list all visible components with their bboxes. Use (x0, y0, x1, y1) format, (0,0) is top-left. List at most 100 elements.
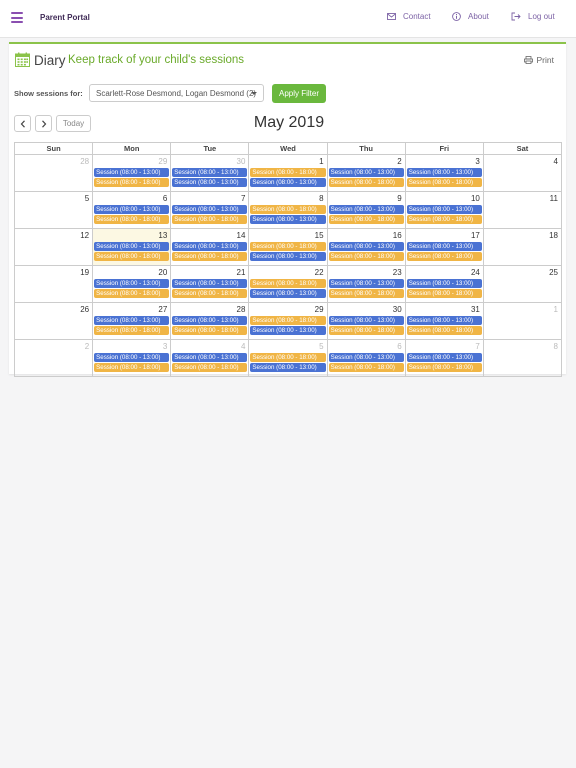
session-event[interactable]: Session (08:00 - 18:00) (172, 363, 248, 372)
session-event[interactable]: Session (08:00 - 18:00) (250, 279, 326, 288)
session-event[interactable]: Session (08:00 - 13:00) (406, 168, 482, 177)
session-event[interactable]: Session (08:00 - 13:00) (328, 168, 404, 177)
session-event[interactable]: Session (08:00 - 13:00) (328, 279, 404, 288)
calendar-day[interactable]: 4 (484, 155, 562, 191)
calendar-day[interactable]: 20 Session (08:00 - 13:00) Session (08:00 … (93, 266, 172, 302)
calendar-day[interactable]: 7 Session (08:00 - 13:00) Session (08:00 -… (406, 340, 484, 376)
session-event[interactable]: Session (08:00 - 18:00) (328, 178, 404, 187)
session-event[interactable]: Session (08:00 - 18:00) (406, 363, 482, 372)
session-event[interactable]: Session (08:00 - 13:00) (172, 168, 248, 177)
calendar-day[interactable]: 8 Session (08:00 - 18:00) Session (08:00 -… (249, 192, 328, 228)
session-event[interactable]: Session (08:00 - 13:00) (328, 205, 404, 214)
session-event[interactable]: Session (08:00 - 18:00) (94, 178, 170, 187)
session-event[interactable]: Session (08:00 - 18:00) (406, 178, 482, 187)
session-event[interactable]: Session (08:00 - 18:00) (328, 215, 404, 224)
calendar-day[interactable]: 25 (484, 266, 562, 302)
calendar-day[interactable]: 12 (15, 229, 94, 265)
session-event[interactable]: Session (08:00 - 13:00) (250, 252, 326, 261)
session-event[interactable]: Session (08:00 - 18:00) (172, 252, 248, 261)
session-event[interactable]: Session (08:00 - 18:00) (94, 363, 170, 372)
calendar-day[interactable]: 15 Session (08:00 - 18:00) Session (08:00 … (249, 229, 328, 265)
calendar-day[interactable]: 19 (15, 266, 94, 302)
calendar-day[interactable]: 11 (484, 192, 562, 228)
calendar-day[interactable]: 9 Session (08:00 - 13:00) Session (08:00 -… (328, 192, 406, 228)
calendar-day[interactable]: 1 (484, 303, 562, 339)
session-event[interactable]: Session (08:00 - 18:00) (406, 326, 482, 335)
calendar-day[interactable]: 26 (15, 303, 94, 339)
session-event[interactable]: Session (08:00 - 13:00) (94, 168, 170, 177)
session-event[interactable]: Session (08:00 - 13:00) (406, 205, 482, 214)
session-event[interactable]: Session (08:00 - 18:00) (172, 289, 248, 298)
calendar-day[interactable]: 30 Session (08:00 - 13:00) Session (08:00 … (328, 303, 406, 339)
session-event[interactable]: Session (08:00 - 18:00) (250, 168, 326, 177)
calendar-day[interactable]: 13 Session (08:00 - 13:00) Session (08:00 … (93, 229, 172, 265)
session-event[interactable]: Session (08:00 - 18:00) (94, 215, 170, 224)
contact-link[interactable]: Contact (387, 12, 431, 21)
session-event[interactable]: Session (08:00 - 18:00) (172, 215, 248, 224)
session-event[interactable]: Session (08:00 - 18:00) (406, 252, 482, 261)
session-event[interactable]: Session (08:00 - 13:00) (328, 353, 404, 362)
session-event[interactable]: Session (08:00 - 13:00) (250, 363, 326, 372)
session-event[interactable]: Session (08:00 - 13:00) (328, 242, 404, 251)
session-event[interactable]: Session (08:00 - 18:00) (328, 326, 404, 335)
calendar-day[interactable]: 10 Session (08:00 - 13:00) Session (08:00 … (406, 192, 484, 228)
session-event[interactable]: Session (08:00 - 13:00) (406, 242, 482, 251)
session-event[interactable]: Session (08:00 - 18:00) (94, 326, 170, 335)
calendar-day[interactable]: 7 Session (08:00 - 13:00) Session (08:00 -… (171, 192, 250, 228)
session-event[interactable]: Session (08:00 - 13:00) (172, 316, 248, 325)
calendar-day[interactable]: 23 Session (08:00 - 13:00) Session (08:00 … (328, 266, 406, 302)
session-event[interactable]: Session (08:00 - 13:00) (328, 316, 404, 325)
calendar-day[interactable]: 5 (15, 192, 94, 228)
session-event[interactable]: Session (08:00 - 18:00) (172, 326, 248, 335)
calendar-day[interactable]: 24 Session (08:00 - 13:00) Session (08:00 … (406, 266, 484, 302)
session-event[interactable]: Session (08:00 - 13:00) (250, 289, 326, 298)
session-event[interactable]: Session (08:00 - 13:00) (250, 215, 326, 224)
calendar-day[interactable]: 29 Session (08:00 - 18:00) Session (08:00 … (249, 303, 328, 339)
session-event[interactable]: Session (08:00 - 18:00) (94, 289, 170, 298)
calendar-day[interactable]: 5 Session (08:00 - 18:00) Session (08:00 -… (249, 340, 328, 376)
calendar-day[interactable]: 30 Session (08:00 - 13:00) Session (08:00 … (171, 155, 250, 191)
calendar-day[interactable]: 28 Session (08:00 - 13:00) Session (08:00 … (171, 303, 250, 339)
session-event[interactable]: Session (08:00 - 18:00) (250, 205, 326, 214)
session-event[interactable]: Session (08:00 - 18:00) (250, 242, 326, 251)
session-event[interactable]: Session (08:00 - 18:00) (250, 316, 326, 325)
calendar-day[interactable]: 22 Session (08:00 - 18:00) Session (08:00 … (249, 266, 328, 302)
session-event[interactable]: Session (08:00 - 13:00) (406, 353, 482, 362)
prev-month-button[interactable] (14, 115, 31, 132)
logout-link[interactable]: Log out (511, 12, 555, 21)
children-select[interactable]: Scarlett-Rose Desmond, Logan Desmond (2) (89, 84, 264, 102)
calendar-day[interactable]: 1 Session (08:00 - 18:00) Session (08:00 -… (249, 155, 328, 191)
calendar-day[interactable]: 14 Session (08:00 - 13:00) Session (08:00 … (171, 229, 250, 265)
session-event[interactable]: Session (08:00 - 18:00) (406, 289, 482, 298)
session-event[interactable]: Session (08:00 - 13:00) (250, 326, 326, 335)
session-event[interactable]: Session (08:00 - 18:00) (328, 252, 404, 261)
session-event[interactable]: Session (08:00 - 13:00) (172, 242, 248, 251)
session-event[interactable]: Session (08:00 - 18:00) (406, 215, 482, 224)
session-event[interactable]: Session (08:00 - 13:00) (406, 316, 482, 325)
menu-icon[interactable] (11, 12, 23, 23)
calendar-day[interactable]: 18 (484, 229, 562, 265)
session-event[interactable]: Session (08:00 - 13:00) (172, 353, 248, 362)
calendar-day[interactable]: 3 Session (08:00 - 13:00) Session (08:00 -… (406, 155, 484, 191)
calendar-day[interactable]: 29 Session (08:00 - 13:00) Session (08:00 … (93, 155, 172, 191)
session-event[interactable]: Session (08:00 - 18:00) (328, 289, 404, 298)
calendar-day[interactable]: 2 Session (08:00 - 13:00) Session (08:00 -… (328, 155, 406, 191)
print-button[interactable]: Print (523, 55, 554, 65)
calendar-day[interactable]: 16 Session (08:00 - 13:00) Session (08:00 … (328, 229, 406, 265)
calendar-day[interactable]: 31 Session (08:00 - 13:00) Session (08:00 … (406, 303, 484, 339)
calendar-day[interactable]: 4 Session (08:00 - 13:00) Session (08:00 -… (171, 340, 250, 376)
apply-filter-button[interactable]: Apply Filter (272, 84, 326, 103)
calendar-day[interactable]: 2 (15, 340, 94, 376)
today-button[interactable]: Today (56, 115, 91, 132)
session-event[interactable]: Session (08:00 - 18:00) (250, 353, 326, 362)
about-link[interactable]: About (452, 12, 489, 21)
calendar-day[interactable]: 27 Session (08:00 - 13:00) Session (08:00 … (93, 303, 172, 339)
next-month-button[interactable] (35, 115, 52, 132)
session-event[interactable]: Session (08:00 - 18:00) (328, 363, 404, 372)
session-event[interactable]: Session (08:00 - 13:00) (94, 279, 170, 288)
calendar-day[interactable]: 8 (484, 340, 562, 376)
session-event[interactable]: Session (08:00 - 13:00) (406, 279, 482, 288)
calendar-day[interactable]: 17 Session (08:00 - 13:00) Session (08:00 … (406, 229, 484, 265)
calendar-day[interactable]: 28 (15, 155, 94, 191)
session-event[interactable]: Session (08:00 - 13:00) (94, 353, 170, 362)
